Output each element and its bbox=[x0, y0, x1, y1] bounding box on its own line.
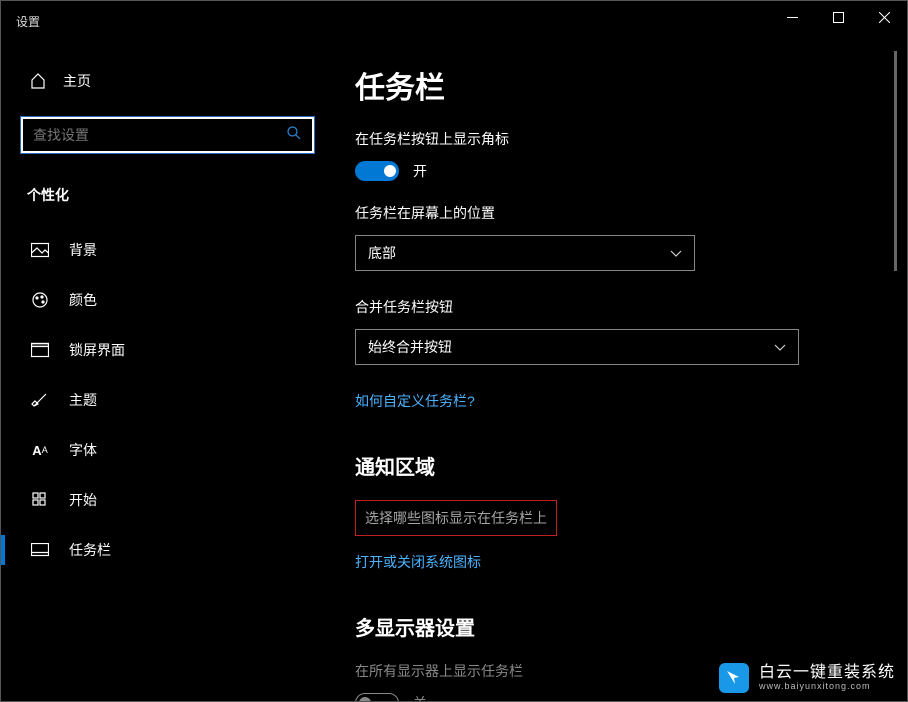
home-link[interactable]: 主页 bbox=[21, 61, 321, 101]
position-value: 底部 bbox=[368, 243, 396, 263]
start-icon bbox=[31, 491, 49, 509]
scrollbar[interactable] bbox=[894, 51, 897, 271]
main-panel: 任务栏 在任务栏按钮上显示角标 开 任务栏在屏幕上的位置 底部 合并任务栏按钮 … bbox=[331, 41, 907, 701]
lockscreen-icon bbox=[31, 341, 49, 359]
highlight-box: 选择哪些图标显示在任务栏上 bbox=[355, 500, 557, 536]
watermark: 白云一键重装系统 www.baiyunxitong.com bbox=[719, 663, 895, 693]
nav-label: 颜色 bbox=[69, 290, 97, 310]
watermark-icon bbox=[719, 663, 749, 693]
maximize-button[interactable] bbox=[815, 1, 861, 33]
combine-dropdown[interactable]: 始终合并按钮 bbox=[355, 329, 799, 365]
sidebar-item-taskbar[interactable]: 任务栏 bbox=[21, 527, 321, 573]
window-controls bbox=[769, 1, 907, 41]
content-area: 主页 个性化 背景 颜色 锁屏界面 主题 AA 字体 bbox=[1, 41, 907, 701]
home-icon bbox=[29, 72, 47, 90]
sidebar-item-fonts[interactable]: AA 字体 bbox=[21, 427, 321, 473]
badge-toggle-row: 开 bbox=[355, 161, 867, 181]
sidebar-item-start[interactable]: 开始 bbox=[21, 477, 321, 523]
window-title: 设置 bbox=[1, 13, 40, 30]
toggle-off-label: 关 bbox=[413, 693, 427, 701]
close-button[interactable] bbox=[861, 1, 907, 33]
sidebar-item-lockscreen[interactable]: 锁屏界面 bbox=[21, 327, 321, 373]
watermark-main: 白云一键重装系统 bbox=[759, 664, 895, 682]
toggle-on-label: 开 bbox=[413, 161, 427, 181]
select-icons-link[interactable]: 选择哪些图标显示在任务栏上 bbox=[365, 508, 547, 528]
customize-taskbar-link[interactable]: 如何自定义任务栏? bbox=[355, 391, 475, 411]
system-icons-link[interactable]: 打开或关闭系统图标 bbox=[355, 552, 481, 572]
nav-label: 主题 bbox=[69, 390, 97, 410]
search-input[interactable] bbox=[33, 127, 286, 143]
watermark-sub: www.baiyunxitong.com bbox=[759, 682, 895, 692]
font-icon: AA bbox=[31, 441, 49, 459]
combine-label: 合并任务栏按钮 bbox=[355, 297, 867, 317]
multi-display-toggle-row: 关 bbox=[355, 693, 867, 701]
page-title: 任务栏 bbox=[355, 63, 867, 107]
sidebar-item-themes[interactable]: 主题 bbox=[21, 377, 321, 423]
multi-display-toggle bbox=[355, 693, 399, 701]
nav-label: 背景 bbox=[69, 240, 97, 260]
nav-label: 开始 bbox=[69, 490, 97, 510]
titlebar: 设置 bbox=[1, 1, 907, 41]
position-dropdown[interactable]: 底部 bbox=[355, 235, 695, 271]
combine-value: 始终合并按钮 bbox=[368, 337, 452, 357]
nav-label: 锁屏界面 bbox=[69, 340, 125, 360]
chevron-down-icon bbox=[774, 339, 786, 355]
notification-area-heading: 通知区域 bbox=[355, 451, 867, 480]
badge-label: 在任务栏按钮上显示角标 bbox=[355, 129, 867, 149]
picture-icon bbox=[31, 241, 49, 259]
sidebar-item-background[interactable]: 背景 bbox=[21, 227, 321, 273]
search-icon bbox=[286, 125, 302, 146]
taskbar-icon bbox=[31, 541, 49, 559]
multi-display-heading: 多显示器设置 bbox=[355, 612, 867, 641]
search-box[interactable] bbox=[21, 117, 314, 153]
badge-toggle[interactable] bbox=[355, 161, 399, 181]
sidebar-section-heading: 个性化 bbox=[21, 179, 321, 223]
chevron-down-icon bbox=[670, 245, 682, 261]
brush-icon bbox=[31, 391, 49, 409]
sidebar-item-colors[interactable]: 颜色 bbox=[21, 277, 321, 323]
sidebar: 主页 个性化 背景 颜色 锁屏界面 主题 AA 字体 bbox=[1, 41, 331, 701]
palette-icon bbox=[31, 291, 49, 309]
position-label: 任务栏在屏幕上的位置 bbox=[355, 203, 867, 223]
minimize-button[interactable] bbox=[769, 1, 815, 33]
nav-label: 字体 bbox=[69, 440, 97, 460]
home-label: 主页 bbox=[63, 71, 91, 91]
nav-label: 任务栏 bbox=[69, 540, 111, 560]
